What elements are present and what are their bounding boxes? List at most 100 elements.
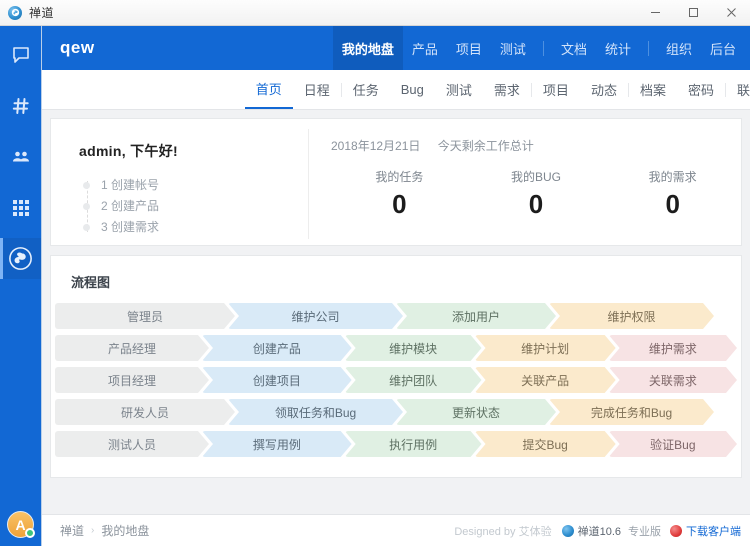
subnav-item-overflow[interactable]: 联 (726, 70, 750, 109)
zentao-logo-icon (8, 6, 22, 20)
flowchart-step[interactable]: 创建项目 (202, 367, 352, 393)
subnav-item-calendar[interactable]: 日程 (293, 70, 341, 109)
step-label: 2 创建产品 (101, 199, 159, 213)
breadcrumb-separator-icon: › (91, 525, 94, 536)
chat-icon (11, 45, 31, 65)
nav-separator (648, 41, 649, 56)
footer-bar: 禅道 › 我的地盘 Designed by 艾体验 禅道10.6 专业版 下载客… (42, 514, 750, 546)
summary-date-line: 2018年12月21日 今天剩余工作总计 (331, 137, 741, 154)
subnav-item-password[interactable]: 密码 (677, 70, 725, 109)
greeting-text: admin, 下午好! (79, 141, 309, 161)
flowchart-step[interactable]: 维护模块 (345, 335, 482, 361)
flowchart-step[interactable]: 维护计划 (475, 335, 616, 361)
window-title: 禅道 (29, 4, 54, 21)
nav-item-report[interactable]: 统计 (596, 26, 640, 70)
nav-item-doc[interactable]: 文档 (552, 26, 596, 70)
stat-label: 我的BUG (468, 168, 605, 185)
version-label: 禅道10.6 (578, 523, 621, 539)
summary-date: 2018年12月21日 (331, 139, 420, 153)
subnav-item-bug[interactable]: Bug (390, 70, 435, 109)
rail-item-chat[interactable] (0, 34, 41, 75)
subnav-item-dynamic[interactable]: 动态 (580, 70, 628, 109)
flowchart-step[interactable]: 维护需求 (609, 335, 737, 361)
flowchart-step[interactable]: 管理员 (55, 303, 235, 329)
flowchart-row: 产品经理创建产品维护模块维护计划维护需求 (55, 335, 741, 361)
list-item[interactable]: 3 创建需求 (101, 217, 309, 238)
flowchart-row: 研发人员领取任务和Bug更新状态完成任务和Bug (55, 399, 741, 425)
flowchart-step[interactable]: 维护权限 (549, 303, 714, 329)
brand-title: qew (60, 38, 95, 58)
list-item[interactable]: 1 创建帐号 (101, 175, 309, 196)
close-button[interactable] (712, 0, 750, 26)
subnav-item-story[interactable]: 需求 (483, 70, 531, 109)
flowchart-step[interactable]: 领取任务和Bug (228, 399, 403, 425)
nav-item-company[interactable]: 组织 (657, 26, 701, 70)
summary-caption: 今天剩余工作总计 (438, 139, 534, 153)
subnav-item-task[interactable]: 任务 (342, 70, 390, 109)
flowchart-step[interactable]: 研发人员 (55, 399, 235, 425)
download-client-link[interactable]: 下载客户端 (686, 523, 741, 539)
stat-my-stories[interactable]: 我的需求 0 (604, 168, 741, 217)
stat-value: 0 (604, 191, 741, 217)
flowchart-step[interactable]: 添加用户 (396, 303, 556, 329)
flowchart-step[interactable]: 撰写用例 (202, 431, 352, 457)
flowchart-step[interactable]: 维护团队 (345, 367, 482, 393)
stat-label: 我的需求 (604, 168, 741, 185)
flowchart-step[interactable]: 验证Bug (609, 431, 737, 457)
subnav-item-home[interactable]: 首页 (245, 70, 293, 109)
rail-item-contacts[interactable] (0, 136, 41, 177)
flowchart-row: 测试人员撰写用例执行用例提交Bug验证Bug (55, 431, 741, 457)
flowchart-row: 管理员维护公司添加用户维护权限 (55, 303, 741, 329)
avatar-initial: A (15, 517, 25, 533)
rail-item-channel[interactable] (0, 85, 41, 126)
stat-my-bugs[interactable]: 我的BUG 0 (468, 168, 605, 217)
flowchart-title: 流程图 (51, 272, 741, 291)
breadcrumb-item-current[interactable]: 我的地盘 (101, 522, 149, 539)
subnav-item-test[interactable]: 测试 (435, 70, 483, 109)
subnav-item-profile[interactable]: 档案 (629, 70, 677, 109)
content-scrollbar[interactable] (743, 110, 750, 546)
stat-value: 0 (468, 191, 605, 217)
flowchart-step[interactable]: 关联需求 (609, 367, 737, 393)
flowchart-step[interactable]: 产品经理 (55, 335, 209, 361)
app-header: qew 我的地盘 产品 项目 测试 文档 统计 组织 后台 (42, 26, 750, 70)
stat-my-tasks[interactable]: 我的任务 0 (331, 168, 468, 217)
window-controls (636, 0, 750, 26)
sub-navigation: 首页 日程 任务 Bug 测试 需求 项目 动态 档案 密码 联 (42, 70, 750, 110)
flowchart-step[interactable]: 测试人员 (55, 431, 209, 457)
main-region: qew 我的地盘 产品 项目 测试 文档 统计 组织 后台 首页 日程 任务 B… (41, 26, 750, 546)
nav-item-project[interactable]: 项目 (447, 26, 491, 70)
flowchart-step[interactable]: 创建产品 (202, 335, 352, 361)
avatar[interactable]: A (7, 511, 34, 538)
stat-label: 我的任务 (331, 168, 468, 185)
flowchart-step[interactable]: 维护公司 (228, 303, 403, 329)
designed-by-text: Designed by 艾体验 (454, 523, 551, 539)
minimize-button[interactable] (636, 0, 674, 26)
top-navigation: 我的地盘 产品 项目 测试 文档 统计 组织 后台 (333, 26, 750, 70)
nav-item-test[interactable]: 测试 (491, 26, 535, 70)
flowchart-step[interactable]: 更新状态 (396, 399, 556, 425)
zentao-badge-icon (562, 525, 574, 537)
step-bullet-icon (83, 203, 90, 210)
list-item[interactable]: 2 创建产品 (101, 196, 309, 217)
welcome-panel: admin, 下午好! 1 创建帐号 2 创建产品 3 创建需求 (51, 119, 309, 245)
flowchart-rows: 管理员维护公司添加用户维护权限产品经理创建产品维护模块维护计划维护需求项目经理创… (51, 303, 741, 457)
rail-item-apps[interactable] (0, 187, 41, 228)
nav-item-my[interactable]: 我的地盘 (333, 26, 403, 70)
summary-panel: 2018年12月21日 今天剩余工作总计 我的任务 0 我的BUG 0 (309, 119, 741, 245)
flowchart-step[interactable]: 关联产品 (475, 367, 616, 393)
nav-item-product[interactable]: 产品 (403, 26, 447, 70)
online-status-dot (25, 528, 35, 538)
flowchart-card: 流程图 管理员维护公司添加用户维护权限产品经理创建产品维护模块维护计划维护需求项… (50, 255, 742, 478)
flowchart-step[interactable]: 项目经理 (55, 367, 209, 393)
rail-item-zentao[interactable] (0, 238, 41, 279)
maximize-button[interactable] (674, 0, 712, 26)
subnav-item-project[interactable]: 项目 (532, 70, 580, 109)
flowchart-step[interactable]: 完成任务和Bug (549, 399, 714, 425)
step-label: 3 创建需求 (101, 220, 159, 234)
breadcrumb-item-root[interactable]: 禅道 (60, 522, 84, 539)
flowchart-step[interactable]: 执行用例 (345, 431, 482, 457)
nav-item-admin[interactable]: 后台 (701, 26, 750, 70)
summary-stats: 我的任务 0 我的BUG 0 我的需求 0 (331, 168, 741, 217)
flowchart-step[interactable]: 提交Bug (475, 431, 616, 457)
